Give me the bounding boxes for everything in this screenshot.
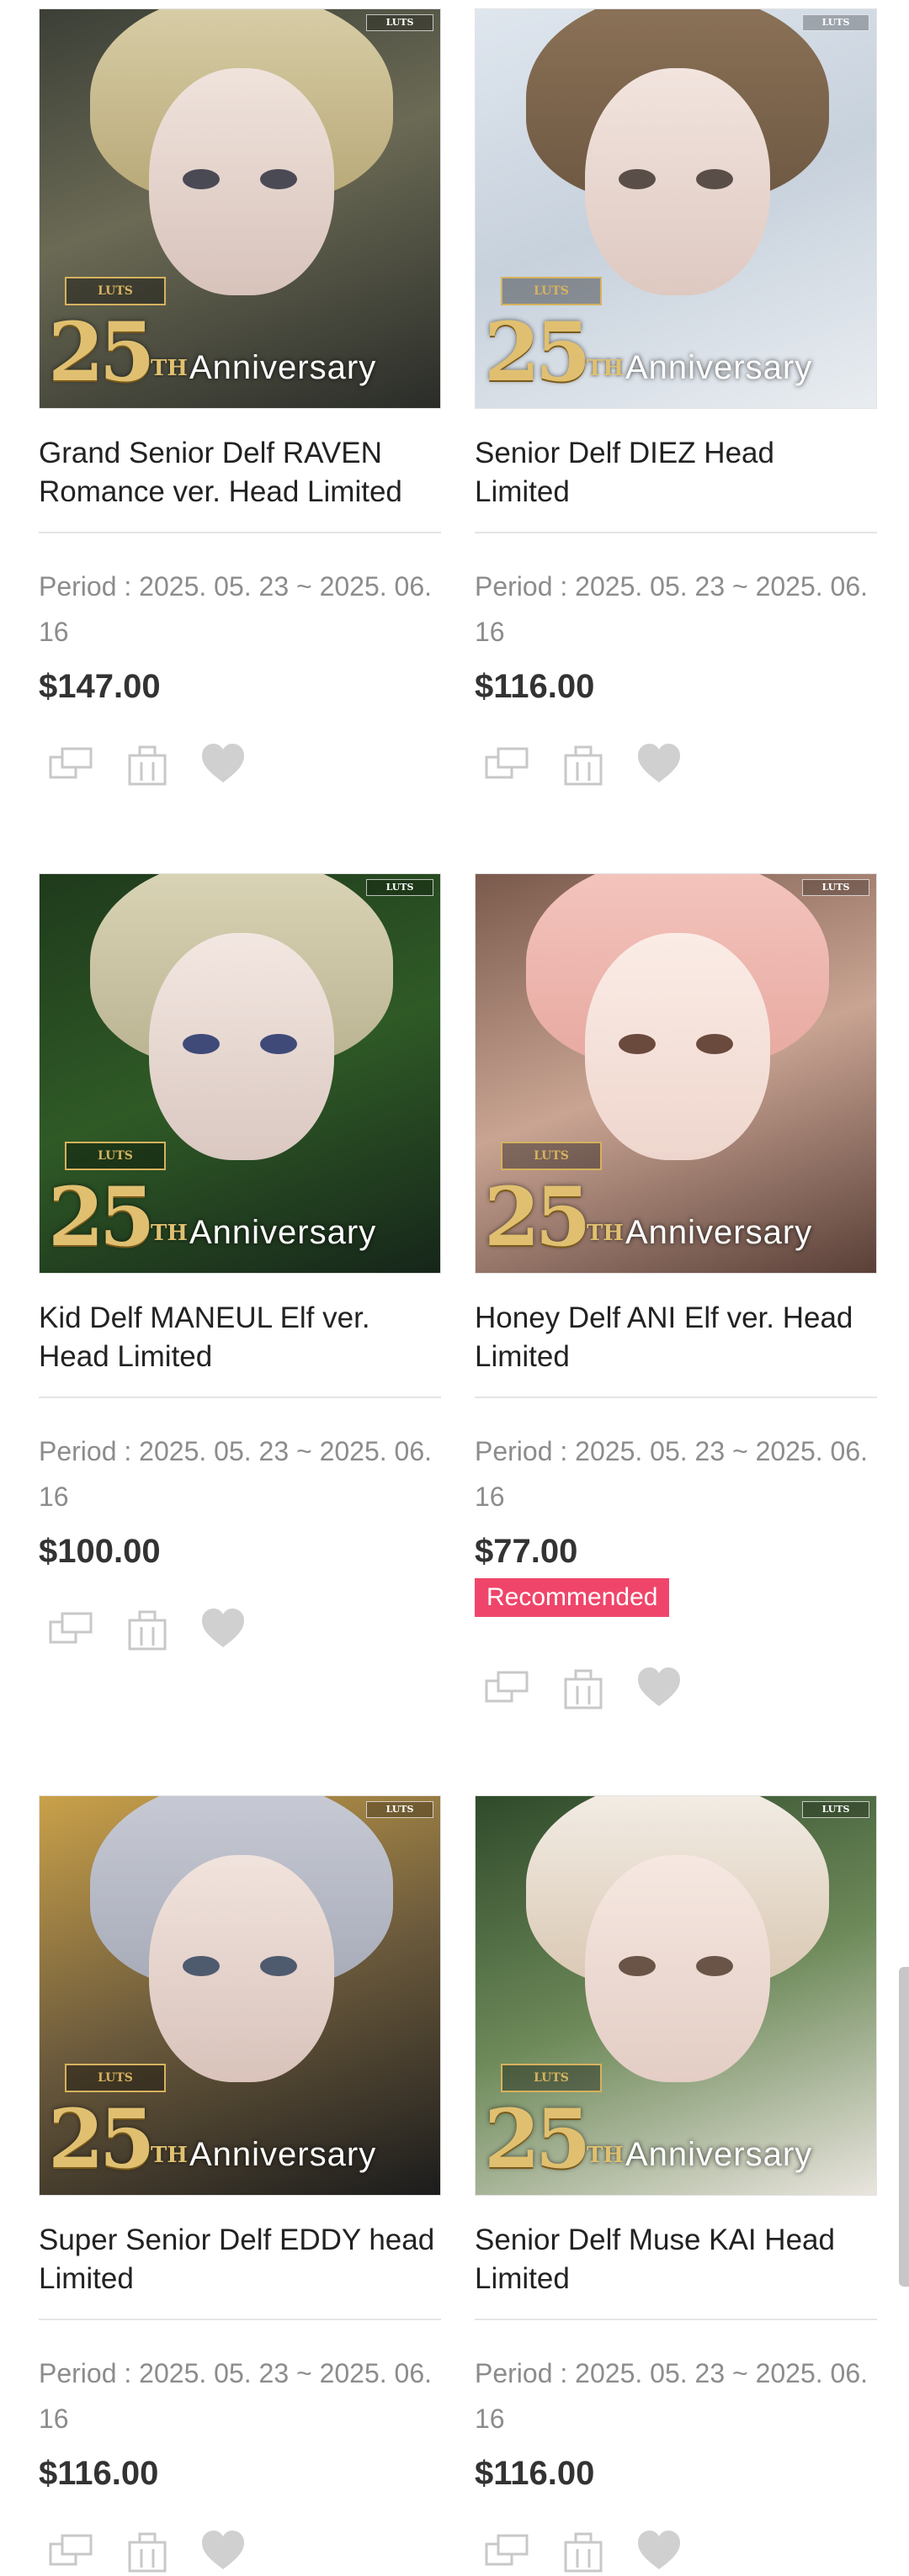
product-period: Period : 2025. 05. 23 ~ 2025. 06. 16 (39, 1436, 433, 1512)
badge-text: Anniversary (625, 2136, 813, 2173)
product-image[interactable]: LUTS LUTS 25 TH Anniversary (475, 873, 877, 1274)
product-title[interactable]: Grand Senior Delf RAVEN Romance ver. Hea… (39, 434, 441, 511)
product-period: Period : 2025. 05. 23 ~ 2025. 06. 16 (475, 2358, 869, 2434)
badge-text: Anniversary (189, 1214, 377, 1251)
divider (39, 532, 441, 533)
badge-logo: LUTS (501, 1142, 602, 1170)
heart-icon[interactable] (635, 1664, 683, 1711)
badge-text: Anniversary (625, 349, 813, 386)
product-period: Period : 2025. 05. 23 ~ 2025. 06. 16 (39, 2358, 433, 2434)
brand-logo: LUTS (366, 879, 433, 896)
badge-logo: LUTS (65, 277, 166, 305)
product-actions (475, 1664, 680, 1711)
product-title[interactable]: Kid Delf MANEUL Elf ver. Head Limited (39, 1299, 441, 1376)
cart-icon[interactable] (559, 740, 608, 787)
badge-logo: LUTS (65, 2064, 166, 2092)
badge-text: Anniversary (189, 349, 377, 386)
zoom-window-icon[interactable] (47, 740, 96, 787)
product-image[interactable]: LUTS LUTS 25 TH Anniversary (39, 1795, 441, 2196)
heart-icon[interactable] (199, 740, 247, 787)
badge-suffix: TH (151, 356, 188, 381)
product-period: Period : 2025. 05. 23 ~ 2025. 06. 16 (475, 571, 869, 647)
badge-number: 25 (484, 1169, 592, 1264)
badge-number: 25 (484, 305, 592, 400)
zoom-window-icon[interactable] (483, 1664, 532, 1711)
heart-icon[interactable] (635, 740, 683, 787)
brand-logo: LUTS (366, 14, 433, 31)
anniversary-badge: LUTS 25 TH Anniversary (484, 2064, 871, 2190)
zoom-window-icon[interactable] (483, 740, 532, 787)
product-actions (39, 1605, 244, 1652)
product-title[interactable]: Super Senior Delf EDDY head Limited (39, 2221, 441, 2298)
badge-logo: LUTS (501, 2064, 602, 2092)
badge-suffix: TH (587, 1221, 624, 1246)
product-period: Period : 2025. 05. 23 ~ 2025. 06. 16 (39, 571, 433, 647)
scrollbar[interactable] (899, 1967, 909, 2287)
anniversary-badge: LUTS 25 TH Anniversary (48, 1142, 435, 1268)
anniversary-badge: LUTS 25 TH Anniversary (48, 2064, 435, 2190)
brand-logo: LUTS (802, 879, 869, 896)
product-image[interactable]: LUTS LUTS 25 TH Anniversary (475, 8, 877, 409)
badge-number: 25 (48, 305, 156, 400)
product-actions (475, 740, 680, 787)
product-image[interactable]: LUTS LUTS 25 TH Anniversary (475, 1795, 877, 2196)
anniversary-badge: LUTS 25 TH Anniversary (484, 1142, 871, 1268)
product-price: $77.00 (475, 1533, 578, 1570)
product-actions (475, 2527, 680, 2574)
product-title[interactable]: Honey Delf ANI Elf ver. Head Limited (475, 1299, 877, 1376)
brand-logo: LUTS (366, 1801, 433, 1818)
divider (475, 1397, 877, 1398)
heart-icon[interactable] (199, 1605, 247, 1652)
product-price: $147.00 (39, 668, 161, 705)
badge-suffix: TH (587, 2143, 624, 2168)
cart-icon[interactable] (559, 1664, 608, 1711)
cart-icon[interactable] (123, 740, 172, 787)
badge-logo: LUTS (65, 1142, 166, 1170)
badge-suffix: TH (587, 356, 624, 381)
product-period: Period : 2025. 05. 23 ~ 2025. 06. 16 (475, 1436, 869, 1512)
product-price: $116.00 (475, 668, 595, 705)
product-price: $116.00 (475, 2455, 595, 2492)
brand-logo: LUTS (802, 14, 869, 31)
anniversary-badge: LUTS 25 TH Anniversary (484, 277, 871, 403)
product-title[interactable]: Senior Delf Muse KAI Head Limited (475, 2221, 877, 2298)
cart-icon[interactable] (123, 1605, 172, 1652)
divider (39, 2319, 441, 2320)
divider (475, 2319, 877, 2320)
badge-logo: LUTS (501, 277, 602, 305)
product-actions (39, 740, 244, 787)
heart-icon[interactable] (199, 2527, 247, 2574)
badge-number: 25 (48, 2091, 156, 2186)
product-image[interactable]: LUTS LUTS 25 TH Anniversary (39, 873, 441, 1274)
badge-suffix: TH (151, 2143, 188, 2168)
badge-number: 25 (484, 2091, 592, 2186)
zoom-window-icon[interactable] (47, 2527, 96, 2574)
product-price: $100.00 (39, 1533, 161, 1570)
badge-text: Anniversary (189, 2136, 377, 2173)
cart-icon[interactable] (123, 2527, 172, 2574)
product-actions (39, 2527, 244, 2574)
product-title[interactable]: Senior Delf DIEZ Head Limited (475, 434, 877, 511)
badge-suffix: TH (151, 1221, 188, 1246)
divider (475, 532, 877, 533)
zoom-window-icon[interactable] (47, 1605, 96, 1652)
badge-text: Anniversary (625, 1214, 813, 1251)
badge-number: 25 (48, 1169, 156, 1264)
anniversary-badge: LUTS 25 TH Anniversary (48, 277, 435, 403)
zoom-window-icon[interactable] (483, 2527, 532, 2574)
product-image[interactable]: LUTS LUTS 25 TH Anniversary (39, 8, 441, 409)
brand-logo: LUTS (802, 1801, 869, 1818)
divider (39, 1397, 441, 1398)
cart-icon[interactable] (559, 2527, 608, 2574)
product-price: $116.00 (39, 2455, 159, 2492)
recommended-badge: Recommended (475, 1578, 670, 1617)
heart-icon[interactable] (635, 2527, 683, 2574)
